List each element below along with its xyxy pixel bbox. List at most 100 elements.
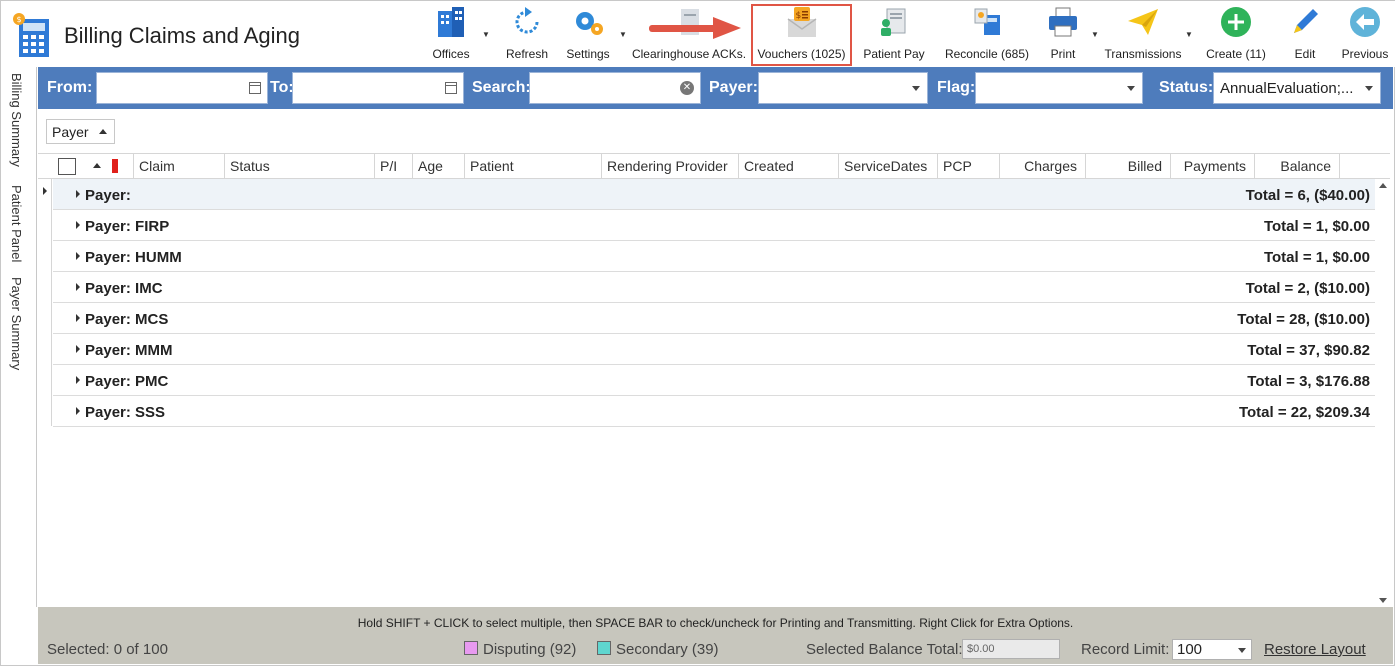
- side-tab-payer-summary[interactable]: Payer Summary: [9, 277, 24, 370]
- calendar-icon[interactable]: [445, 82, 457, 94]
- flag-select[interactable]: [975, 72, 1143, 104]
- edit-button[interactable]: Edit: [1285, 5, 1325, 63]
- record-limit-select[interactable]: 100: [1172, 639, 1252, 660]
- vouchers-button[interactable]: $ Vouchers (1025): [753, 5, 850, 63]
- calendar-icon[interactable]: [249, 82, 261, 94]
- offices-button[interactable]: Offices: [429, 5, 473, 63]
- group-row[interactable]: Payer: MMM Total = 37, $90.82: [53, 334, 1375, 365]
- col-pcp[interactable]: PCP: [937, 154, 999, 179]
- group-row[interactable]: Payer: SSS Total = 22, $209.34: [53, 396, 1375, 427]
- settings-button[interactable]: Settings: [565, 5, 611, 63]
- group-total: Total = 37, $90.82: [1247, 342, 1370, 359]
- group-total: Total = 1, $0.00: [1263, 218, 1370, 235]
- patient-pay-label: Patient Pay: [863, 47, 925, 61]
- to-label: To:: [270, 79, 294, 96]
- col-billed[interactable]: Billed: [1085, 154, 1170, 179]
- print-dropdown-icon[interactable]: ▼: [1091, 30, 1101, 40]
- expand-icon[interactable]: [76, 314, 80, 322]
- to-date-input[interactable]: [292, 72, 464, 104]
- print-label: Print: [1050, 47, 1076, 61]
- col-created[interactable]: Created: [738, 154, 838, 179]
- expand-icon[interactable]: [76, 190, 80, 198]
- create-label: Create (11): [1206, 47, 1266, 61]
- offices-label: Offices: [432, 47, 470, 61]
- group-row[interactable]: Payer: HUMM Total = 1, $0.00: [53, 241, 1375, 272]
- group-total: Total = 2, ($10.00): [1245, 280, 1370, 297]
- payer-label: Payer:: [709, 79, 758, 96]
- filter-bar: From: To: Search: ✕ Payer: Flag: Status:…: [38, 67, 1393, 109]
- print-button[interactable]: Print: [1041, 5, 1085, 63]
- refresh-button[interactable]: Refresh: [505, 5, 549, 63]
- expand-icon[interactable]: [76, 376, 80, 384]
- refresh-icon: [515, 7, 539, 34]
- col-payments[interactable]: Payments: [1170, 154, 1254, 179]
- restore-layout-link[interactable]: Restore Layout: [1264, 641, 1366, 658]
- from-date-input[interactable]: [96, 72, 268, 104]
- col-status[interactable]: Status: [224, 154, 374, 179]
- group-row[interactable]: Payer: FIRP Total = 1, $0.00: [53, 210, 1375, 241]
- col-patient[interactable]: Patient: [464, 154, 601, 179]
- selected-count: Selected: 0 of 100: [47, 641, 168, 658]
- expand-icon[interactable]: [76, 407, 80, 415]
- reconcile-button[interactable]: Reconcile (685): [943, 5, 1031, 63]
- status-footer: Hold SHIFT + CLICK to select multiple, t…: [38, 607, 1393, 664]
- scroll-down-icon[interactable]: [1379, 598, 1387, 603]
- edit-label: Edit: [1294, 47, 1316, 61]
- refresh-label: Refresh: [505, 47, 549, 61]
- col-age[interactable]: Age: [412, 154, 464, 179]
- record-limit-label: Record Limit:: [1081, 641, 1170, 658]
- settings-label: Settings: [566, 47, 610, 61]
- sort-ascending-icon[interactable]: [93, 163, 101, 168]
- current-row-icon: [43, 187, 47, 195]
- create-button[interactable]: Create (11): [1205, 5, 1267, 63]
- patient-pay-button[interactable]: Patient Pay: [861, 5, 927, 63]
- side-tab-billing-summary[interactable]: Billing Summary: [9, 73, 24, 167]
- flag-label: Flag:: [937, 79, 976, 96]
- payer-select[interactable]: [758, 72, 928, 104]
- group-row[interactable]: Payer: MCS Total = 28, ($10.00): [53, 303, 1375, 334]
- expand-icon[interactable]: [76, 345, 80, 353]
- col-claim[interactable]: Claim: [133, 154, 224, 179]
- select-all-checkbox[interactable]: [58, 158, 76, 175]
- transmissions-dropdown-icon[interactable]: ▼: [1185, 30, 1195, 40]
- search-input[interactable]: ✕: [529, 72, 701, 104]
- group-row[interactable]: Payer: PMC Total = 3, $176.88: [53, 365, 1375, 396]
- row-indicator-column: [38, 179, 52, 426]
- status-label: Status:: [1159, 79, 1214, 96]
- scroll-up-icon[interactable]: [1379, 183, 1387, 188]
- status-select[interactable]: AnnualEvaluation;...: [1213, 72, 1381, 104]
- group-name: Payer:: [85, 187, 131, 204]
- disputing-swatch: [464, 641, 478, 655]
- clearinghouse-label: Clearinghouse ACKs.: [631, 47, 747, 61]
- offices-dropdown-icon[interactable]: ▼: [482, 30, 492, 40]
- search-label: Search:: [472, 79, 531, 96]
- group-total: Total = 22, $209.34: [1238, 404, 1370, 421]
- secondary-swatch: [597, 641, 611, 655]
- chevron-down-icon: [1127, 86, 1135, 91]
- expand-icon[interactable]: [76, 252, 80, 260]
- col-balance[interactable]: Balance: [1254, 154, 1339, 179]
- col-pi[interactable]: P/I: [374, 154, 412, 179]
- previous-button[interactable]: Previous: [1341, 5, 1389, 63]
- group-row[interactable]: Payer: Total = 6, ($40.00): [53, 179, 1375, 210]
- col-rendering-provider[interactable]: Rendering Provider: [601, 154, 738, 179]
- vertical-scrollbar[interactable]: [1375, 179, 1390, 607]
- col-charges[interactable]: Charges: [999, 154, 1085, 179]
- expand-icon[interactable]: [76, 221, 80, 229]
- callout-arrow-icon: [649, 17, 741, 39]
- svg-text:$: $: [17, 15, 22, 24]
- group-row[interactable]: Payer: IMC Total = 2, ($10.00): [53, 272, 1375, 303]
- clear-icon[interactable]: ✕: [680, 81, 694, 95]
- col-service-dates[interactable]: ServiceDates: [838, 154, 937, 179]
- transmissions-button[interactable]: Transmissions: [1105, 5, 1181, 63]
- chevron-down-icon: [1365, 86, 1373, 91]
- expand-icon[interactable]: [76, 283, 80, 291]
- settings-dropdown-icon[interactable]: ▼: [619, 30, 629, 40]
- group-total: Total = 1, $0.00: [1263, 249, 1370, 266]
- side-tab-patient-panel[interactable]: Patient Panel: [9, 185, 24, 262]
- group-by-payer-chip[interactable]: Payer: [46, 119, 115, 144]
- selection-hint: Hold SHIFT + CLICK to select multiple, t…: [357, 616, 1074, 630]
- sort-ascending-icon: [99, 129, 107, 134]
- from-label: From:: [47, 79, 93, 96]
- offices-icon: [438, 7, 464, 37]
